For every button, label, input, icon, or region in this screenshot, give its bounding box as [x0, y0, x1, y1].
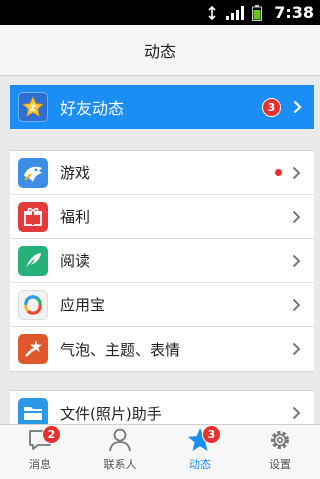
services-list: 游戏 福利 阅读 应用宝 气泡、主题、表情: [10, 150, 314, 372]
list-item-gift[interactable]: 福利: [10, 195, 314, 239]
title-bar: 动态: [0, 25, 320, 76]
gear-icon: [267, 426, 293, 454]
friends-activity-row[interactable]: 好友动态 3: [10, 85, 314, 129]
chevron-right-icon: [292, 254, 301, 268]
friends-activity-badge: 3: [262, 97, 281, 117]
list-item-label: 文件(照片)助手: [60, 404, 162, 423]
tab-settings[interactable]: 设置: [240, 425, 320, 479]
chevron-right-icon: [292, 298, 301, 312]
friends-star-icon: [18, 92, 48, 122]
chevron-right-icon: [292, 210, 301, 224]
person-icon: [107, 426, 133, 454]
game-icon: [18, 157, 48, 188]
list-item-theme[interactable]: 气泡、主题、表情: [10, 327, 314, 371]
status-bar: 7:38: [0, 0, 320, 25]
tab-label: 设置: [269, 458, 291, 471]
tab-messages[interactable]: 2 消息: [0, 425, 80, 479]
chevron-right-icon: [292, 166, 301, 180]
friends-activity-label: 好友动态: [60, 99, 125, 118]
status-time: 7:38: [274, 3, 314, 22]
tab-activity[interactable]: 3 动态: [160, 425, 240, 479]
app-store-icon: [18, 289, 48, 320]
tab-label: 动态: [189, 458, 211, 471]
reading-icon: [18, 245, 48, 276]
list-item-app-store[interactable]: 应用宝: [10, 283, 314, 327]
list-item-label: 阅读: [60, 252, 91, 270]
chevron-right-icon: [292, 342, 301, 356]
notification-dot: [275, 169, 282, 176]
theme-icon: [18, 334, 48, 364]
chevron-right-icon: [293, 100, 302, 114]
list-item-label: 应用宝: [60, 296, 106, 314]
battery-icon: [252, 4, 263, 21]
page-title: 动态: [143, 42, 176, 61]
chevron-right-icon: [292, 406, 301, 420]
list-item-label: 福利: [60, 208, 91, 226]
sync-icon: [206, 5, 218, 20]
messages-badge: 2: [42, 425, 61, 444]
tab-label: 消息: [29, 458, 51, 471]
tab-contacts[interactable]: 联系人: [80, 425, 160, 479]
list-item-reading[interactable]: 阅读: [10, 239, 314, 283]
bottom-tab-bar: 2 消息 联系人 3 动态 设置: [0, 424, 320, 479]
signal-icon: [226, 5, 245, 20]
activity-badge: 3: [202, 425, 221, 444]
list-item-game[interactable]: 游戏: [10, 151, 314, 195]
list-item-label: 气泡、主题、表情: [60, 340, 181, 359]
list-item-label: 游戏: [60, 164, 91, 182]
tab-label: 联系人: [103, 458, 137, 471]
gift-icon: [18, 201, 48, 232]
